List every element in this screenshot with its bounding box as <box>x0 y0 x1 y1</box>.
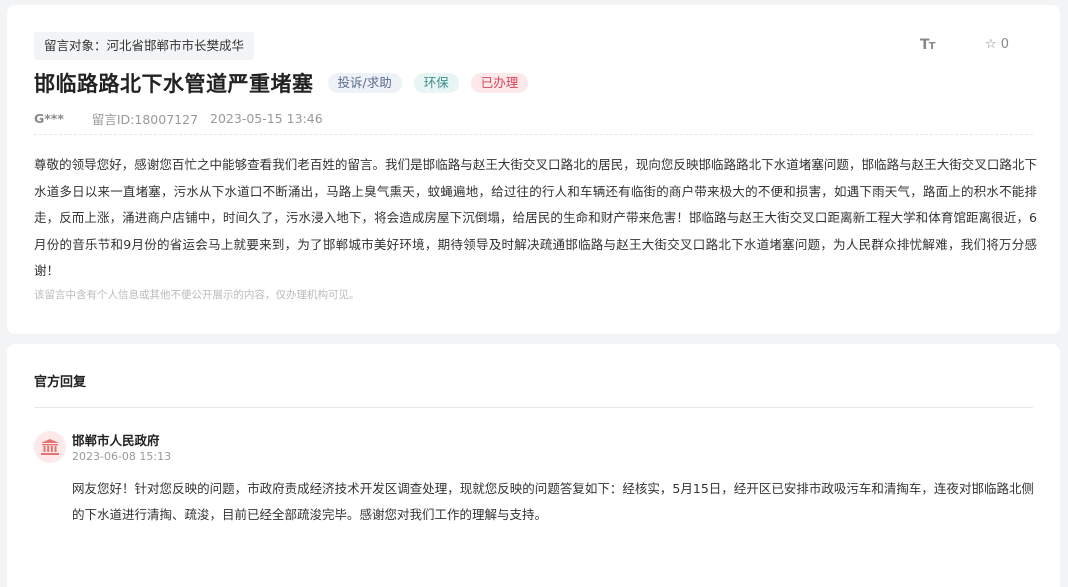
reply-datetime: 2023-06-08 15:13 <box>72 450 172 463</box>
reply-content: 网友您好！针对您反映的问题，市政府责成经济技术开发区调查处理，现就您反映的问题答… <box>72 481 1034 522</box>
government-building-icon <box>34 431 66 463</box>
official-reply-card: 官方回复 邯郸市人民政府 2023-06-08 15:13 网友您好！针对您反映… <box>7 344 1060 587</box>
meta-divider <box>34 134 1033 135</box>
privacy-note: 该留言中含有个人信息或其他不便公开展示的内容，仅办理机构可见。 <box>34 289 360 301</box>
government-building-svg <box>41 439 59 455</box>
message-content: 尊敬的领导您好，感谢您百忙之中能够查看我们老百姓的留言。我们是邯临路与赵王大街交… <box>34 157 1037 278</box>
author-name: G*** <box>34 110 64 126</box>
star-icon: ☆ <box>985 37 997 52</box>
reply-divider <box>34 407 1033 408</box>
message-card: 留言对象：河北省邯郸市市长樊成华 TT ☆ 0 邯临路路北下水管道严重堵塞 投诉… <box>7 5 1060 334</box>
text-size-icon[interactable]: TT <box>920 37 935 53</box>
type-badge: 投诉/求助 <box>327 73 402 93</box>
favorite-count: 0 <box>1000 37 1010 52</box>
message-datetime: 2023-05-15 13:46 <box>210 110 323 126</box>
message-meta: G*** 留言ID:18007127 2023-05-15 13:46 <box>34 109 323 127</box>
message-id: 留言ID:18007127 <box>91 111 199 127</box>
reply-section-title: 官方回复 <box>34 375 87 390</box>
reply-org-name: 邯郸市人民政府 <box>72 433 160 448</box>
message-target-tag: 留言对象：河北省邯郸市市长樊成华 <box>34 32 255 60</box>
favorite-button[interactable]: ☆ 0 <box>985 37 1009 52</box>
category-badge: 环保 <box>413 73 459 93</box>
title-row: 邯临路路北下水管道严重堵塞 投诉/求助 环保 已办理 <box>34 67 529 99</box>
status-badge: 已办理 <box>470 73 529 93</box>
page-title: 邯临路路北下水管道严重堵塞 <box>34 72 314 96</box>
